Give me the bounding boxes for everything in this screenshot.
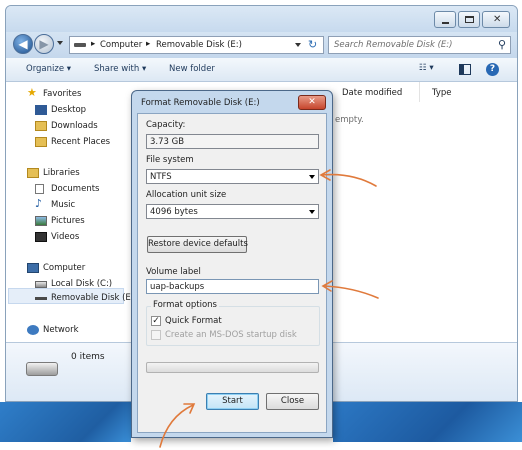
annotation-arrow-start	[159, 404, 194, 448]
annotation-arrow-volume-label	[323, 285, 379, 299]
annotation-arrows	[159, 169, 379, 448]
